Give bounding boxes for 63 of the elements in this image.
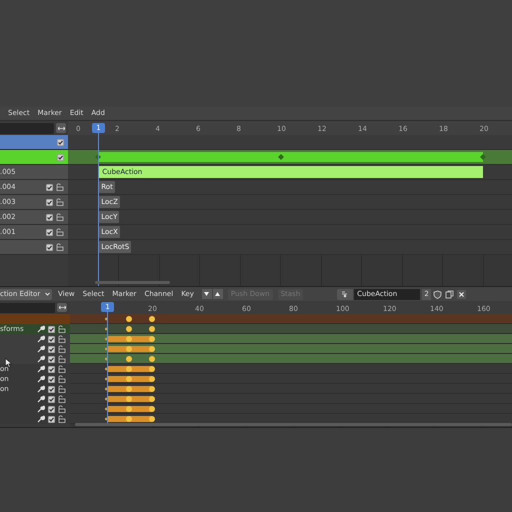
arrows-icon — [58, 305, 66, 310]
unlocked-icon[interactable] — [56, 243, 64, 251]
checkbox-checked-icon[interactable] — [46, 244, 53, 250]
checkbox-checked-icon[interactable] — [46, 184, 53, 190]
wrench-icon[interactable] — [37, 395, 45, 403]
unlocked-icon[interactable] — [58, 375, 66, 383]
checkbox-checked-icon[interactable] — [48, 336, 55, 342]
wrench-icon[interactable] — [37, 365, 45, 373]
wrench-icon[interactable] — [37, 375, 45, 383]
unlocked-icon[interactable] — [58, 355, 66, 363]
unlocked-icon[interactable] — [58, 395, 66, 403]
down-button[interactable] — [202, 289, 212, 299]
unlocked-icon[interactable] — [58, 365, 66, 373]
checkbox-checked-icon[interactable] — [46, 214, 53, 220]
checkbox-checked-icon[interactable] — [48, 326, 55, 332]
scrollbar[interactable] — [95, 281, 170, 284]
checkbox-checked-icon[interactable] — [48, 366, 55, 372]
scrollbar[interactable] — [75, 423, 512, 426]
unlocked-icon[interactable] — [58, 405, 66, 413]
unlocked-icon[interactable] — [56, 213, 64, 221]
checkbox-checked-icon[interactable] — [57, 138, 64, 146]
keyframe-icon[interactable] — [480, 154, 486, 160]
unlocked-icon[interactable] — [58, 415, 66, 423]
swap-button[interactable] — [56, 123, 66, 133]
swap-button[interactable] — [57, 303, 67, 312]
unlocked-icon[interactable] — [58, 345, 66, 353]
chevron-down-icon — [45, 292, 50, 296]
wrench-icon[interactable] — [37, 405, 45, 413]
arrows-icon — [58, 126, 65, 130]
checkbox-checked-icon[interactable] — [46, 198, 53, 206]
close-icon[interactable] — [457, 290, 466, 298]
checkbox-checked-icon[interactable] — [48, 396, 55, 402]
action-icon — [341, 290, 350, 298]
checkbox-checked-icon[interactable] — [57, 154, 64, 160]
wrench-icon[interactable] — [37, 385, 45, 393]
checkbox-checked-icon[interactable] — [48, 356, 55, 362]
search-field[interactable] — [0, 302, 55, 312]
keyframe-icon[interactable] — [278, 154, 284, 160]
triangle-down-icon — [204, 292, 210, 296]
wrench-icon[interactable] — [37, 355, 45, 363]
unlocked-icon[interactable] — [58, 325, 66, 333]
checkbox-checked-icon[interactable] — [48, 416, 55, 422]
checkbox-checked-icon[interactable] — [48, 406, 55, 412]
shield-icon[interactable] — [433, 290, 442, 298]
cursor-icon — [5, 358, 12, 368]
copy-icon[interactable] — [445, 290, 454, 298]
checkbox-checked-icon[interactable] — [48, 376, 55, 382]
checkbox-checked-icon[interactable] — [48, 386, 55, 392]
wrench-icon[interactable] — [37, 415, 45, 423]
wrench-icon[interactable] — [37, 335, 45, 343]
action-browse-button[interactable] — [337, 288, 354, 300]
unlocked-icon[interactable] — [58, 335, 66, 343]
checkbox-checked-icon[interactable] — [46, 228, 53, 236]
wrench-icon[interactable] — [37, 325, 45, 333]
unlocked-icon[interactable] — [56, 183, 64, 191]
unlocked-icon[interactable] — [58, 385, 66, 393]
wrench-icon[interactable] — [37, 345, 45, 353]
checkbox-checked-icon[interactable] — [48, 346, 55, 352]
up-button[interactable] — [212, 289, 223, 299]
search-field[interactable] — [0, 122, 54, 134]
unlocked-icon[interactable] — [56, 198, 64, 206]
triangle-up-icon — [215, 292, 220, 296]
unlocked-icon[interactable] — [56, 228, 64, 236]
